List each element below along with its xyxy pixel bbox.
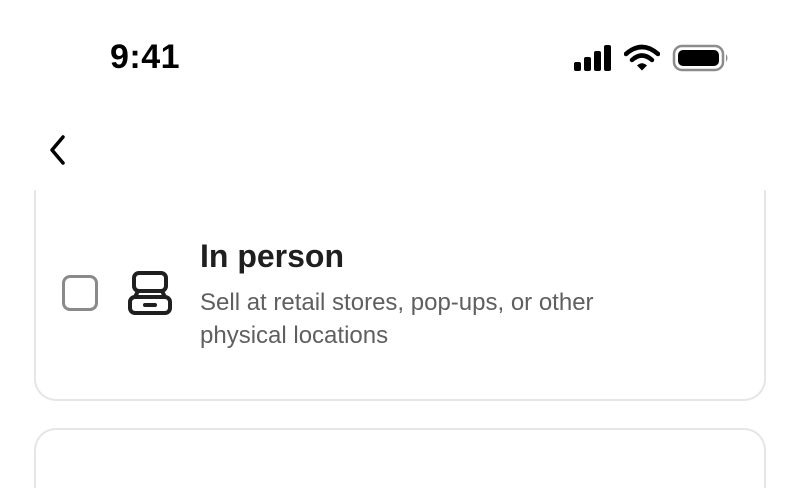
option-description: Sell at retail stores, pop-ups, or other… <box>200 289 594 349</box>
status-bar: 9:41 <box>0 0 800 120</box>
point-of-sale-icon <box>126 270 174 321</box>
option-card-next[interactable] <box>34 428 766 488</box>
chevron-left-icon <box>46 133 70 172</box>
wifi-icon <box>623 44 661 77</box>
status-icons <box>572 44 730 77</box>
option-checkbox[interactable] <box>62 275 98 311</box>
option-title: In person <box>200 238 345 274</box>
battery-icon <box>672 44 730 77</box>
status-time: 9:41 <box>110 38 181 76</box>
back-button[interactable] <box>36 130 80 174</box>
cellular-signal-icon <box>572 44 612 77</box>
option-card-in-person[interactable]: In person Sell at retail stores, pop-ups… <box>34 190 766 401</box>
